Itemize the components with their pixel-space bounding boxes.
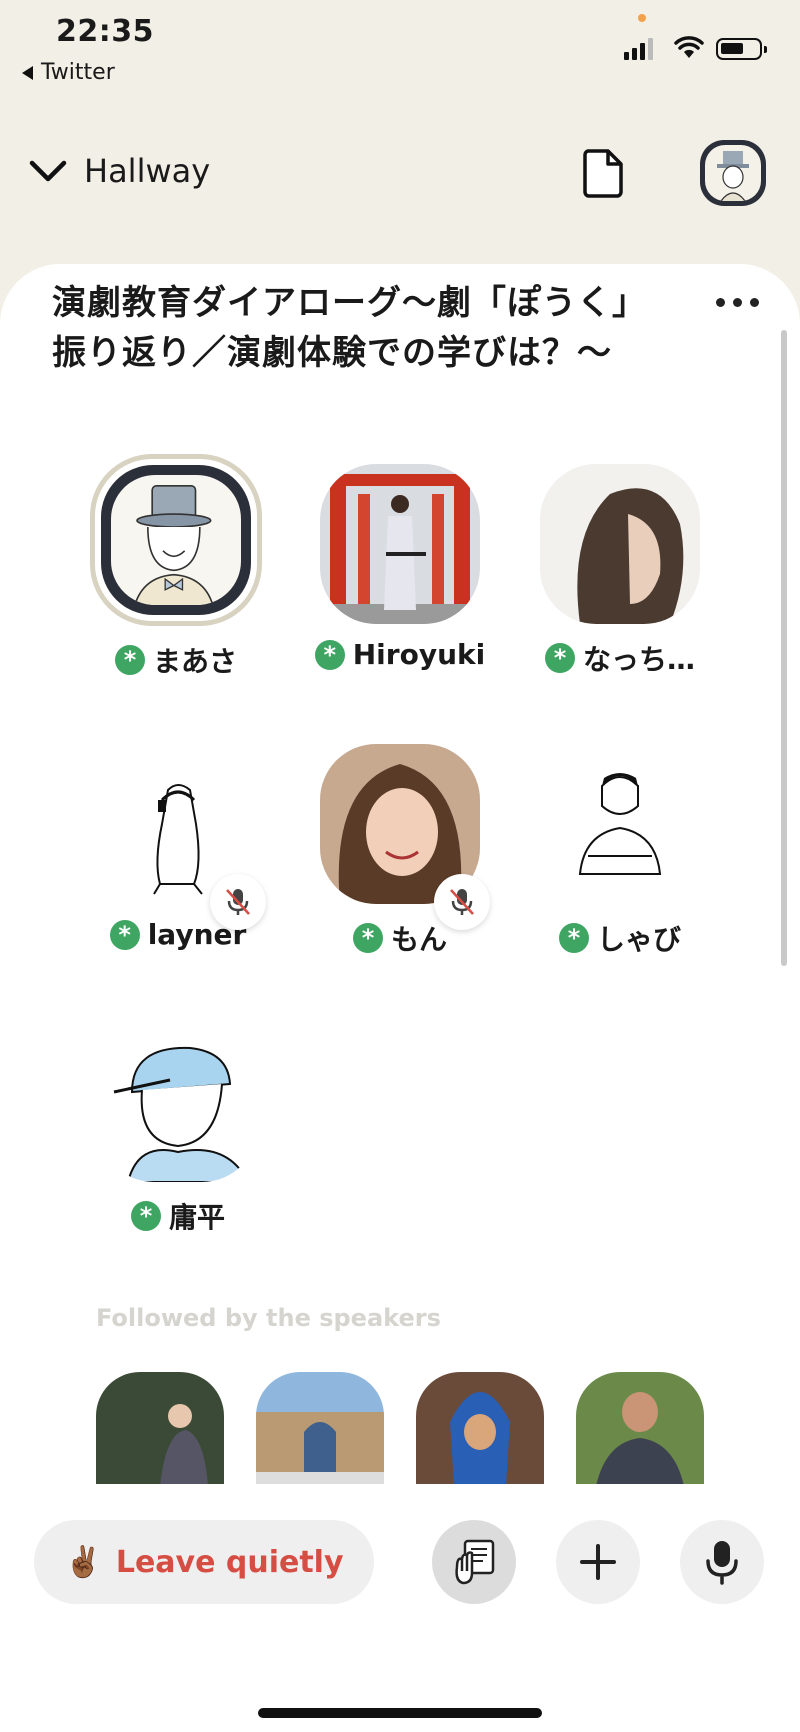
listener-avatar[interactable]: [576, 1372, 704, 1486]
listener-avatar[interactable]: [96, 1372, 224, 1486]
raise-hand-button[interactable]: [432, 1520, 516, 1604]
woman-profile-photo: [540, 464, 700, 624]
leave-quietly-button[interactable]: ✌🏾 Leave quietly: [34, 1520, 374, 1604]
kimono-woman-photo: [96, 1372, 224, 1486]
microphone-icon: [706, 1541, 738, 1585]
scrollbar[interactable]: [781, 330, 787, 966]
raise-hand-icon: [455, 1539, 495, 1585]
moderator-badge-icon: *: [314, 639, 345, 670]
my-profile-avatar[interactable]: [700, 140, 766, 206]
speaker-name: 庸平: [168, 1201, 225, 1234]
listener-avatar[interactable]: [416, 1372, 544, 1486]
speaker-layner[interactable]: * layner: [78, 744, 278, 951]
speaker-hiroyuki[interactable]: * Hiroyuki: [300, 464, 500, 671]
moderator-badge-icon: *: [114, 645, 145, 675]
back-app-label: Twitter: [41, 60, 115, 85]
speaker-avatar[interactable]: [540, 464, 700, 624]
room-title: 演劇教育ダイアローグ〜劇「ぽうく」振り返り／演劇体験での学びは？〜: [52, 283, 647, 373]
leave-quietly-label: Leave quietly: [115, 1544, 344, 1580]
document-icon[interactable]: [582, 148, 624, 198]
speaker-name: まあさ: [152, 645, 237, 678]
speaker-name: Hiroyuki: [352, 638, 486, 671]
moderator-badge-icon: *: [544, 643, 575, 673]
plus-icon: [580, 1544, 616, 1580]
muted-microphone-icon: [434, 874, 490, 930]
pharaoh-costume-photo: [416, 1372, 544, 1486]
speaker-yohei[interactable]: * 庸平: [78, 1022, 278, 1236]
cellular-signal-icon: [624, 36, 653, 60]
smiling-man-photo: [576, 1372, 704, 1486]
speaker-name-row: * しゃび: [520, 918, 720, 958]
speaker-name: しゃび: [596, 923, 681, 956]
more-options-icon[interactable]: [716, 298, 759, 307]
speaker-mon[interactable]: * もん: [300, 744, 500, 958]
avatar-illustration: [717, 151, 749, 201]
mosque-photo: [256, 1372, 384, 1486]
speaker-nacchi[interactable]: * なっち…: [520, 464, 720, 678]
torii-gate-photo: [320, 464, 480, 624]
speaker-name-row: * 庸平: [78, 1196, 278, 1236]
hallway-back-button[interactable]: Hallway: [28, 152, 210, 190]
speaker-name-row: * Hiroyuki: [300, 638, 500, 671]
followed-by-speakers-label: Followed by the speakers: [96, 1304, 441, 1332]
microphone-button[interactable]: [680, 1520, 764, 1604]
back-to-app[interactable]: Twitter: [22, 60, 115, 85]
hallway-label: Hallway: [84, 152, 211, 190]
privacy-indicator-dot: [638, 14, 646, 22]
home-indicator[interactable]: [258, 1708, 542, 1718]
speaker-avatar[interactable]: [320, 464, 480, 624]
top-hat-man-illustration: [134, 485, 214, 605]
wifi-icon: [674, 36, 704, 58]
back-triangle-icon: [22, 65, 33, 80]
cap-man-illustration: [98, 1022, 258, 1182]
add-button[interactable]: [556, 1520, 640, 1604]
speaker-avatar[interactable]: [98, 1022, 258, 1182]
speaker-avatar[interactable]: [90, 454, 262, 626]
chevron-down-icon: [29, 160, 67, 182]
speaker-name: もん: [390, 923, 447, 956]
moderator-badge-icon: *: [130, 1201, 161, 1231]
speaker-name-row: * まあさ: [76, 640, 276, 680]
arms-crossed-man-illustration: [540, 744, 700, 904]
listener-avatar[interactable]: [256, 1372, 384, 1486]
speaker-avatar[interactable]: [540, 744, 700, 904]
moderator-badge-icon: *: [558, 923, 589, 953]
speaker-name-row: * なっち…: [520, 638, 720, 678]
moderator-badge-icon: *: [352, 923, 383, 953]
battery-icon: [716, 38, 767, 60]
peace-sign-icon: ✌🏾: [64, 1544, 102, 1580]
status-time: 22:35: [56, 14, 154, 49]
muted-microphone-icon: [210, 874, 266, 930]
speaker-shabi[interactable]: * しゃび: [520, 744, 720, 958]
speaker-name: なっち…: [582, 643, 695, 676]
moderator-badge-icon: *: [109, 919, 140, 950]
speaker-maasa[interactable]: * まあさ: [76, 454, 276, 680]
